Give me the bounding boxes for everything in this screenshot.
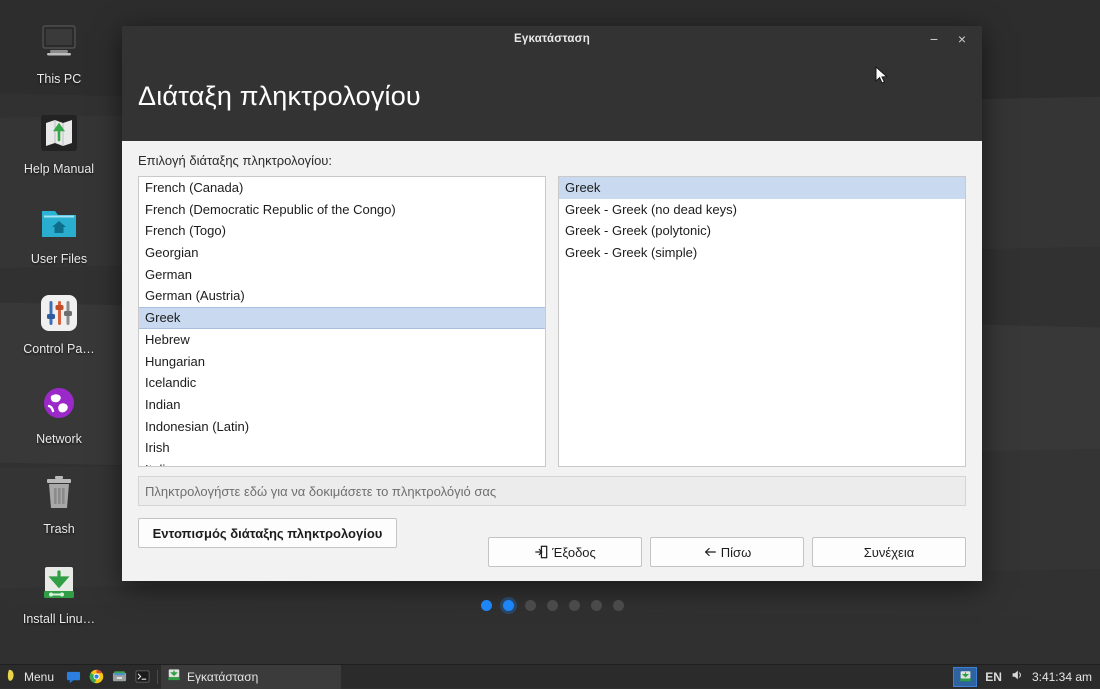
next-button[interactable]: Συνέχεια <box>812 537 966 567</box>
install-disc-icon <box>36 560 82 606</box>
taskbar-left: Menu <box>0 665 341 689</box>
layout-list-item[interactable]: German <box>139 264 545 286</box>
layout-list[interactable]: French (Canada)French (Democratic Republ… <box>138 176 546 467</box>
progress-dot <box>569 600 580 611</box>
close-button[interactable]: × <box>948 26 976 52</box>
desktop-icon-label: This PC <box>37 72 81 86</box>
keyboard-layout-lists: French (Canada)French (Democratic Republ… <box>138 176 966 467</box>
layout-list-item[interactable]: Icelandic <box>139 372 545 394</box>
desktop-icon-label: User Files <box>31 252 87 266</box>
menu-button-label: Menu <box>24 670 54 684</box>
desktop-icon-grid: This PC Help Manual User Files <box>0 14 118 644</box>
taskbar-window-button[interactable]: Εγκατάσταση <box>161 665 341 689</box>
action-buttons: Έξοδος Πίσω Συνέχεια <box>138 537 966 567</box>
layout-list-item[interactable]: Hungarian <box>139 351 545 373</box>
speaker-icon[interactable] <box>1010 668 1024 685</box>
section-label: Επιλογή διάταξης πληκτρολογίου: <box>138 153 966 168</box>
layout-list-item[interactable]: French (Togo) <box>139 220 545 242</box>
progress-dot <box>613 600 624 611</box>
layout-list-item[interactable]: Irish <box>139 437 545 459</box>
desktop-icon-control-panel[interactable]: Control Pa… <box>3 284 115 374</box>
taskbar-separator <box>157 670 158 684</box>
system-tray: EN 3:41:34 am <box>953 665 1100 689</box>
keyboard-language-indicator[interactable]: EN <box>985 670 1002 684</box>
next-button-label: Συνέχεια <box>864 545 914 560</box>
layout-list-item[interactable]: German (Austria) <box>139 285 545 307</box>
desktop-icon-label: Control Pa… <box>23 342 95 356</box>
menu-button[interactable]: Menu <box>0 665 62 689</box>
page-header: Διάταξη πληκτρολογίου <box>122 52 982 141</box>
layout-list-item[interactable]: Indian <box>139 394 545 416</box>
desktop-icon-network[interactable]: Network <box>3 374 115 464</box>
keyboard-test-input[interactable]: Πληκτρολογήστε εδώ για να δοκιμάσετε το … <box>138 476 966 506</box>
quit-button-label: Έξοδος <box>552 545 596 560</box>
layout-list-item[interactable]: Indonesian (Latin) <box>139 416 545 438</box>
arrow-left-icon <box>703 545 717 559</box>
progress-dot <box>481 600 492 611</box>
window-title: Εγκατάσταση <box>514 33 590 45</box>
progress-dot <box>547 600 558 611</box>
chat-icon[interactable] <box>62 665 85 689</box>
mint-logo-icon <box>6 668 19 685</box>
progress-dots <box>122 600 982 611</box>
layout-list-item[interactable]: Italian <box>139 459 545 467</box>
layout-list-item[interactable]: Georgian <box>139 242 545 264</box>
window-content: Επιλογή διάταξης πληκτρολογίου: French (… <box>122 141 982 581</box>
home-folder-icon <box>36 200 82 246</box>
terminal-icon[interactable] <box>131 665 154 689</box>
layout-list-item[interactable]: French (Canada) <box>139 177 545 199</box>
keyboard-test-placeholder: Πληκτρολογήστε εδώ για να δοκιμάσετε το … <box>145 484 496 499</box>
desktop-icon-this-pc[interactable]: This PC <box>3 14 115 104</box>
progress-dot <box>591 600 602 611</box>
page-title: Διάταξη πληκτρολογίου <box>138 81 421 112</box>
installer-window[interactable]: Εγκατάσταση − × Διάταξη πληκτρολογίου Επ… <box>122 26 982 581</box>
progress-dot <box>503 600 514 611</box>
chrome-icon[interactable] <box>85 665 108 689</box>
map-book-icon <box>36 110 82 156</box>
exit-icon <box>534 545 548 559</box>
window-controls: − × <box>920 26 976 52</box>
taskbar-window-label: Εγκατάσταση <box>187 670 258 684</box>
installer-icon <box>167 668 181 685</box>
layout-list-item[interactable]: French (Democratic Republic of the Congo… <box>139 199 545 221</box>
mouse-cursor <box>875 66 889 91</box>
variant-list-item[interactable]: Greek - Greek (no dead keys) <box>559 199 965 221</box>
variant-list-item[interactable]: Greek <box>559 177 965 199</box>
computer-icon <box>36 20 82 66</box>
desktop-icon-label: Network <box>36 432 82 446</box>
sliders-icon <box>36 290 82 336</box>
desktop-icon-label: Help Manual <box>24 162 94 176</box>
window-titlebar[interactable]: Εγκατάσταση − × <box>122 26 982 52</box>
layout-list-item[interactable]: Greek <box>139 307 545 329</box>
tray-installer-icon[interactable] <box>953 667 977 687</box>
desktop-icon-user-files[interactable]: User Files <box>3 194 115 284</box>
desktop-icon-help-manual[interactable]: Help Manual <box>3 104 115 194</box>
back-button-label: Πίσω <box>721 545 751 560</box>
back-button[interactable]: Πίσω <box>650 537 804 567</box>
quit-button[interactable]: Έξοδος <box>488 537 642 567</box>
desktop-icon-trash[interactable]: Trash <box>3 464 115 554</box>
files-icon[interactable] <box>108 665 131 689</box>
desktop-icon-label: Trash <box>43 522 75 536</box>
desktop-icon-label: Install Linu… <box>23 612 95 626</box>
layout-list-item[interactable]: Hebrew <box>139 329 545 351</box>
variant-list-item[interactable]: Greek - Greek (simple) <box>559 242 965 264</box>
trash-icon <box>36 470 82 516</box>
clock[interactable]: 3:41:34 am <box>1032 670 1092 684</box>
globe-icon <box>36 380 82 426</box>
variant-list-item[interactable]: Greek - Greek (polytonic) <box>559 220 965 242</box>
desktop-icon-install-linux[interactable]: Install Linu… <box>3 554 115 644</box>
minimize-button[interactable]: − <box>920 26 948 52</box>
variant-list[interactable]: GreekGreek - Greek (no dead keys)Greek -… <box>558 176 966 467</box>
taskbar[interactable]: Menu <box>0 664 1100 688</box>
progress-dot <box>525 600 536 611</box>
